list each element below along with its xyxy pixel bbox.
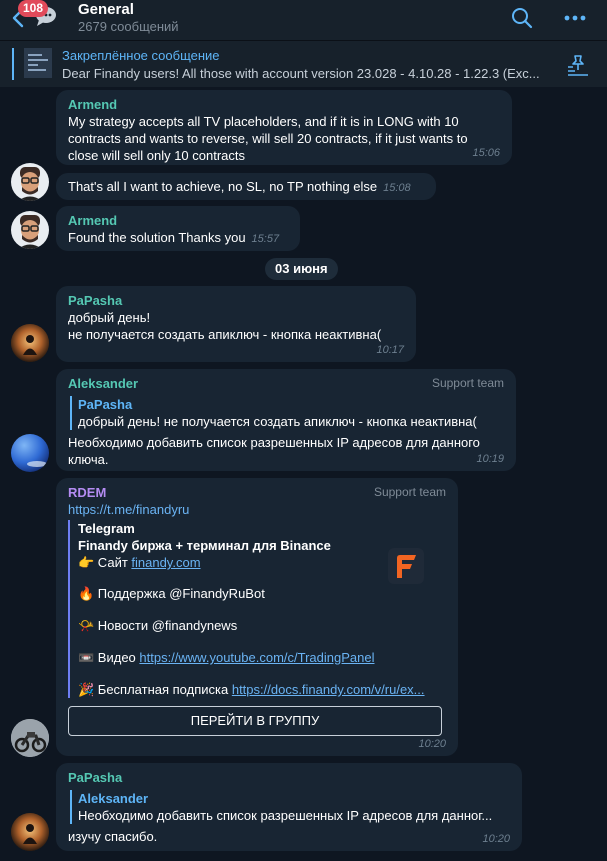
preview-title: Finandy биржа + терминал для Binance bbox=[78, 538, 331, 553]
avatar[interactable] bbox=[11, 211, 49, 249]
pinned-thumbnail bbox=[24, 48, 52, 78]
message-line: My strategy accepts all TV placeholders,… bbox=[68, 114, 459, 129]
support-tag: Support team bbox=[373, 485, 446, 499]
pin-list-icon[interactable] bbox=[566, 54, 590, 76]
site-link[interactable]: finandy.com bbox=[131, 555, 200, 570]
quote-author: PaPasha bbox=[78, 397, 133, 412]
avatar[interactable] bbox=[11, 813, 49, 851]
message-time: 10:19 bbox=[476, 453, 504, 465]
message-line: не получается создать апиключ - кнопка н… bbox=[68, 327, 382, 342]
date-separator: 03 июня bbox=[265, 258, 338, 280]
message-count: 2679 сообщений bbox=[78, 19, 179, 34]
preview-support: 🔥 Поддержка @FinandyRuBot bbox=[78, 586, 265, 601]
quote-text: добрый день! не получается создать апикл… bbox=[78, 414, 477, 429]
subscription-link[interactable]: https://docs.finandy.com/v/ru/ex... bbox=[232, 682, 425, 697]
message-time: 15:06 bbox=[472, 147, 500, 159]
unread-badge: 108 bbox=[18, 0, 49, 17]
preview-news: 📯 Новости @finandynews bbox=[78, 618, 238, 633]
message-bubble[interactable]: PaPasha Aleksander Необходимо добавить с… bbox=[56, 763, 522, 851]
preview-label: 👉 Сайт bbox=[78, 555, 132, 570]
pinned-title: Закреплённое сообщение bbox=[62, 48, 220, 63]
avatar[interactable] bbox=[11, 163, 49, 201]
pinned-indicator bbox=[12, 48, 14, 80]
preview-sub-line: 🎉 Бесплатная подписка https://docs.finan… bbox=[78, 681, 430, 698]
link-preview[interactable]: Telegram Finandy биржа + терминал для Bi… bbox=[68, 520, 430, 698]
message-bubble[interactable]: Armend Found the solution Thanks you 15:5… bbox=[56, 206, 300, 251]
avatar[interactable] bbox=[11, 434, 49, 472]
author-name[interactable]: PaPasha bbox=[68, 769, 512, 786]
message-text: Found the solution Thanks you bbox=[68, 230, 246, 245]
chat-header: 108 General 2679 сообщений bbox=[0, 0, 607, 40]
more-dots-icon[interactable] bbox=[562, 8, 588, 28]
reply-quote[interactable]: PaPasha добрый день! не получается созда… bbox=[70, 396, 506, 430]
message-bubble[interactable]: That's all I want to achieve, no SL, no … bbox=[56, 173, 436, 200]
reply-quote[interactable]: Aleksander Необходимо добавить список ра… bbox=[70, 790, 512, 824]
quote-author: Aleksander bbox=[78, 791, 149, 806]
message-line: contracts and wants to reverse, will sel… bbox=[68, 131, 468, 146]
quote-text: Необходимо добавить список разрешенных I… bbox=[78, 808, 493, 823]
message-line: close will sell only 10 contracts bbox=[68, 148, 246, 163]
message-text: That's all I want to achieve, no SL, no … bbox=[68, 179, 378, 194]
message-line: добрый день! bbox=[68, 310, 151, 325]
author-name[interactable]: Armend bbox=[68, 96, 502, 113]
join-group-button[interactable]: ПЕРЕЙТИ В ГРУППУ bbox=[68, 706, 442, 736]
message-line: Необходимо добавить список разрешенных I… bbox=[68, 435, 480, 450]
search-icon[interactable] bbox=[510, 6, 534, 30]
message-bubble[interactable]: Armend My strategy accepts all TV placeh… bbox=[56, 90, 512, 165]
pinned-message-bar[interactable]: Закреплённое сообщение Dear Finandy user… bbox=[0, 40, 607, 87]
author-name[interactable]: Armend bbox=[68, 212, 290, 229]
preview-label: 📼 Видео bbox=[78, 650, 140, 665]
message-time: 15:08 bbox=[383, 182, 411, 194]
preview-site-line: 👉 Сайт finandy.com bbox=[78, 554, 430, 571]
pinned-text: Dear Finandy users! All those with accou… bbox=[62, 66, 540, 81]
author-name[interactable]: PaPasha bbox=[68, 292, 406, 309]
message-time: 10:20 bbox=[418, 738, 446, 750]
message-line: ключа. bbox=[68, 452, 109, 467]
support-tag: Support team bbox=[431, 376, 504, 390]
preview-video-line: 📼 Видео https://www.youtube.com/c/Tradin… bbox=[78, 649, 430, 666]
finandy-logo-icon bbox=[388, 548, 424, 584]
message-bubble[interactable]: Aleksander Support team PaPasha добрый д… bbox=[56, 369, 516, 471]
preview-label: 🎉 Бесплатная подписка bbox=[78, 682, 232, 697]
video-link[interactable]: https://www.youtube.com/c/TradingPanel bbox=[139, 650, 374, 665]
message-time: 10:17 bbox=[376, 344, 404, 356]
message-time: 10:20 bbox=[482, 833, 510, 845]
preview-site: Telegram bbox=[78, 521, 135, 536]
unread-counter[interactable]: 108 bbox=[18, 0, 60, 30]
avatar[interactable] bbox=[11, 719, 49, 757]
message-link[interactable]: https://t.me/finandyru bbox=[68, 501, 448, 518]
message-time: 15:57 bbox=[251, 233, 280, 245]
chat-title[interactable]: General bbox=[78, 1, 134, 18]
message-text: изучу спасибо. bbox=[68, 829, 158, 844]
avatar[interactable] bbox=[11, 324, 49, 362]
message-bubble[interactable]: PaPasha добрый день! не получается созда… bbox=[56, 286, 416, 362]
message-bubble[interactable]: RDEM Support team https://t.me/finandyru… bbox=[56, 478, 458, 756]
